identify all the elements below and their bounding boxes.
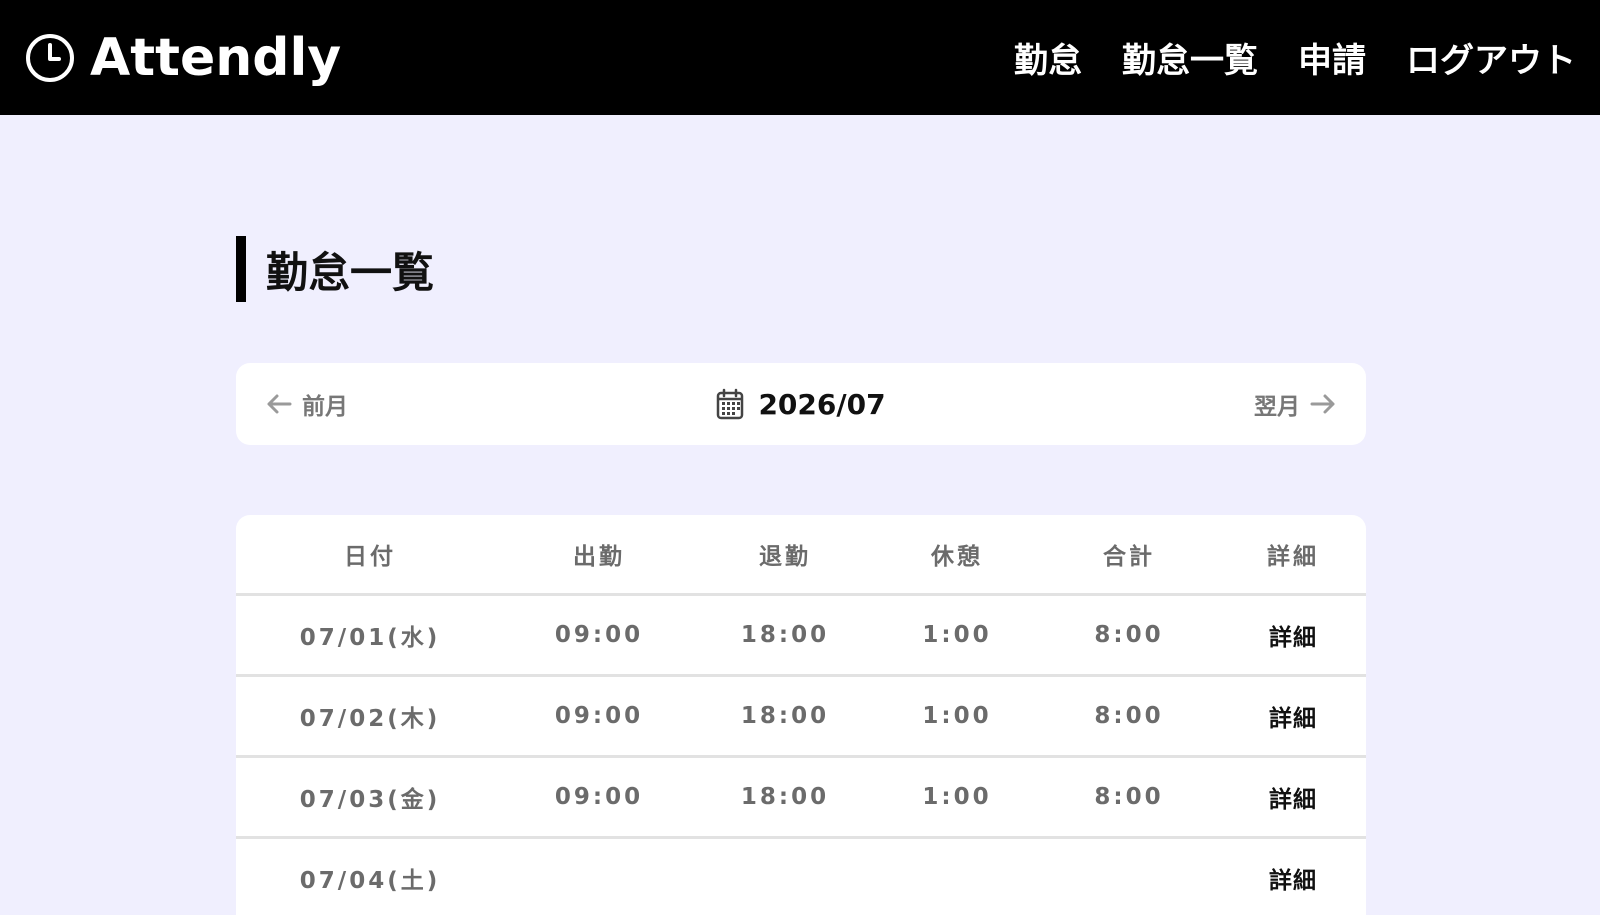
col-total: 合計 [1103, 543, 1155, 570]
cell-break: 1:00 [922, 783, 992, 810]
table-row: 07/04(土) 詳細 [236, 837, 1366, 915]
clock-icon [26, 33, 74, 82]
col-clock-out: 退勤 [759, 543, 811, 570]
cell-date: 07/03(金) [299, 786, 441, 813]
nav-attendance[interactable]: 勤怠 [1014, 33, 1082, 82]
current-month[interactable]: 2026/07 [716, 387, 886, 421]
table-header-row: 日付 出勤 退勤 休憩 合計 詳細 [236, 515, 1366, 594]
next-month-button[interactable]: 翌月 [1254, 387, 1336, 421]
calendar-icon [717, 388, 744, 420]
cell-detail: 詳細 [1220, 675, 1366, 756]
cell-clock-in: 09:00 [554, 783, 644, 810]
cell-total [1038, 837, 1220, 915]
arrow-left-icon [267, 394, 292, 414]
cell-break: 1:00 [922, 621, 992, 648]
cell-clock-in [504, 837, 694, 915]
cell-clock-out: 18:00 [740, 783, 830, 810]
table-row: 07/01(水) 09:00 18:00 1:00 8:00 詳細 [236, 594, 1366, 675]
table-row: 07/02(木) 09:00 18:00 1:00 8:00 詳細 [236, 675, 1366, 756]
detail-link[interactable]: 詳細 [1269, 706, 1317, 732]
month-navigator: 前月 2026/07 翌月 [236, 363, 1366, 445]
cell-total: 8:00 [1094, 702, 1164, 729]
cell-clock-out: 18:00 [740, 621, 830, 648]
cell-clock-in: 09:00 [554, 621, 644, 648]
col-detail: 詳細 [1267, 543, 1319, 570]
arrow-right-icon [1310, 394, 1335, 414]
detail-link[interactable]: 詳細 [1269, 625, 1317, 651]
prev-month-button[interactable]: 前月 [266, 387, 348, 421]
cell-break: 1:00 [922, 702, 992, 729]
cell-total: 8:00 [1094, 621, 1164, 648]
nav-attendance-list[interactable]: 勤怠一覧 [1122, 33, 1258, 82]
page-title: 勤怠一覧 [266, 247, 435, 297]
detail-link[interactable]: 詳細 [1269, 787, 1317, 813]
nav-request[interactable]: 申請 [1298, 33, 1366, 82]
title-accent-bar [236, 236, 246, 302]
main-nav: 勤怠 勤怠一覧 申請 ログアウト [1014, 33, 1576, 82]
cell-detail: 詳細 [1220, 594, 1366, 675]
next-month-label: 翌月 [1254, 394, 1300, 420]
nav-logout[interactable]: ログアウト [1406, 33, 1576, 82]
cell-clock-out: 18:00 [740, 702, 830, 729]
cell-detail: 詳細 [1220, 837, 1366, 915]
col-date: 日付 [344, 543, 396, 570]
page-title-block: 勤怠一覧 [236, 236, 434, 302]
cell-break [876, 837, 1038, 915]
cell-date: 07/02(木) [299, 705, 441, 732]
cell-total: 8:00 [1094, 783, 1164, 810]
cell-clock-in: 09:00 [554, 702, 644, 729]
brand-name: Attendly [90, 27, 342, 88]
detail-link[interactable]: 詳細 [1269, 868, 1317, 894]
current-month-label: 2026/07 [758, 387, 886, 421]
col-break: 休憩 [931, 543, 983, 570]
col-clock-in: 出勤 [573, 543, 625, 570]
cell-clock-out [694, 837, 876, 915]
brand[interactable]: Attendly [24, 28, 341, 88]
prev-month-label: 前月 [302, 394, 348, 420]
cell-detail: 詳細 [1220, 756, 1366, 837]
attendance-table: 日付 出勤 退勤 休憩 合計 詳細 07/01(水) 09:00 18:00 1… [236, 515, 1366, 915]
attendance-table-card: 日付 出勤 退勤 休憩 合計 詳細 07/01(水) 09:00 18:00 1… [236, 515, 1366, 915]
cell-date: 07/01(水) [299, 624, 441, 651]
app-header: Attendly 勤怠 勤怠一覧 申請 ログアウト [0, 0, 1600, 115]
cell-date: 07/04(土) [299, 867, 441, 894]
table-row: 07/03(金) 09:00 18:00 1:00 8:00 詳細 [236, 756, 1366, 837]
